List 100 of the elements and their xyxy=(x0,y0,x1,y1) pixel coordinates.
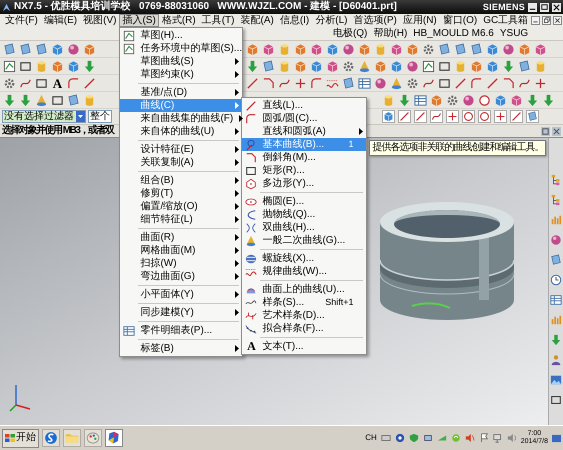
menu-bar-item[interactable]: 应用(N) xyxy=(400,14,440,27)
menu-item[interactable]: 圆弧/圆(C)... xyxy=(242,112,366,125)
box-icon[interactable] xyxy=(262,42,275,56)
clock-icon[interactable] xyxy=(550,274,562,286)
menu-item[interactable]: 双曲线(H)... xyxy=(242,221,366,234)
arrow-icon[interactable] xyxy=(83,60,96,72)
line-icon[interactable] xyxy=(246,76,259,90)
maximize-icon[interactable] xyxy=(540,2,549,12)
curve-icon[interactable] xyxy=(430,110,443,123)
circle-icon[interactable] xyxy=(478,94,491,106)
sheet-icon[interactable] xyxy=(67,94,80,106)
display-icon[interactable] xyxy=(492,433,503,443)
image-icon[interactable] xyxy=(550,374,562,386)
menu-item[interactable]: 倒斜角(M)... xyxy=(242,151,366,164)
menu-item[interactable]: 关联复制(A) xyxy=(120,156,242,169)
menu-item[interactable]: 偏置/缩放(O) xyxy=(120,200,242,213)
person-icon[interactable] xyxy=(550,354,562,366)
menu-bar-item[interactable]: YSUG xyxy=(496,27,532,40)
table-icon[interactable] xyxy=(358,76,371,90)
tree-icon[interactable] xyxy=(550,174,562,186)
plus-icon[interactable] xyxy=(494,110,507,123)
flag-icon[interactable] xyxy=(478,433,489,443)
menu-bar-item[interactable]: 窗口(O) xyxy=(440,14,480,27)
menu-item[interactable]: 草图曲线(S) xyxy=(120,55,242,68)
arc-icon[interactable] xyxy=(470,76,483,90)
sketch-icon[interactable] xyxy=(3,60,16,72)
menu-bar-item[interactable]: 视图(V) xyxy=(80,14,120,27)
circle-icon[interactable] xyxy=(462,110,475,123)
arrow-icon[interactable] xyxy=(550,334,562,346)
sketch-icon[interactable] xyxy=(422,60,435,72)
text-tool-button[interactable]: A xyxy=(51,76,64,90)
menu-item[interactable]: 网格曲面(M) xyxy=(120,244,242,257)
menu-bar-item[interactable]: 首选项(P) xyxy=(350,14,400,27)
line-icon[interactable] xyxy=(83,76,96,90)
language-indicator[interactable]: CH xyxy=(365,433,377,443)
box-icon[interactable] xyxy=(494,94,507,106)
menu-item[interactable]: 设计特征(E) xyxy=(120,143,242,156)
table-icon[interactable] xyxy=(414,94,427,106)
menu-item[interactable]: 直线和圆弧(A) xyxy=(242,125,366,138)
arrow-icon[interactable] xyxy=(19,94,32,106)
arrow-icon[interactable] xyxy=(246,60,259,72)
box-icon[interactable] xyxy=(486,60,499,72)
box-icon[interactable] xyxy=(294,42,307,56)
menu-item[interactable]: 艺术样条(D)... xyxy=(242,309,366,322)
plus-icon[interactable] xyxy=(446,110,459,123)
corner-icon[interactable] xyxy=(502,76,515,90)
cone-icon[interactable] xyxy=(390,76,403,90)
line-icon[interactable] xyxy=(510,110,523,123)
rectangle-icon[interactable] xyxy=(550,394,562,406)
menu-item[interactable]: 扫掠(W) xyxy=(120,257,242,270)
restore-icon[interactable] xyxy=(541,126,550,136)
arc-icon[interactable] xyxy=(67,76,80,90)
menu-item[interactable]: 拟合样条(F)... xyxy=(242,322,366,335)
arrow-icon[interactable] xyxy=(502,60,515,72)
menu-item[interactable]: 草图(H)... xyxy=(120,29,242,42)
menu-item[interactable]: 来自体的曲线(U) xyxy=(120,125,242,138)
menu-item[interactable]: 零件明细表(P)... xyxy=(120,324,242,337)
box-icon[interactable] xyxy=(310,42,323,56)
sheet-icon[interactable] xyxy=(526,110,539,123)
menu-bar-item[interactable]: 工具(T) xyxy=(198,14,238,27)
gear-icon[interactable] xyxy=(3,76,16,90)
rectangle-icon[interactable] xyxy=(438,60,451,72)
arrow-icon[interactable] xyxy=(3,94,16,106)
menu-item[interactable]: 抛物线(Q)... xyxy=(242,208,366,221)
box-icon[interactable] xyxy=(83,42,96,56)
curve-icon[interactable] xyxy=(278,76,291,90)
line-icon[interactable] xyxy=(398,110,411,123)
box-icon[interactable] xyxy=(534,42,547,56)
menu-bar-item[interactable]: 文件(F) xyxy=(2,14,41,27)
box-icon[interactable] xyxy=(510,94,523,106)
arc-icon[interactable] xyxy=(310,76,323,90)
box-icon[interactable] xyxy=(294,60,307,72)
menu-item[interactable]: 细节特征(L) xyxy=(120,213,242,226)
menu-item[interactable]: 弯边曲面(G) xyxy=(120,270,242,283)
menu-bar-item[interactable]: HB_MOULD M6.6 xyxy=(410,27,497,40)
restore-icon[interactable] xyxy=(542,16,552,25)
sphere-icon[interactable] xyxy=(374,76,387,90)
menu-item[interactable]: 样条(S)... Shift+1 xyxy=(242,296,366,309)
close-icon[interactable] xyxy=(552,126,561,136)
rectangle-icon[interactable] xyxy=(438,76,451,90)
gear-icon[interactable] xyxy=(342,60,355,72)
gear-icon[interactable] xyxy=(422,42,435,56)
minimize-icon[interactable] xyxy=(531,16,540,25)
box-icon[interactable] xyxy=(246,42,259,56)
gear-icon[interactable] xyxy=(406,76,419,90)
menu-item[interactable]: 椭圆(E)... xyxy=(242,195,366,208)
box-icon[interactable] xyxy=(51,60,64,72)
menu-item[interactable]: 螺旋线(X)... xyxy=(242,252,366,265)
rectangle-icon[interactable] xyxy=(19,60,32,72)
table-icon[interactable] xyxy=(550,294,562,306)
menu-item[interactable]: 同步建模(Y) xyxy=(120,306,242,319)
arrow-icon[interactable] xyxy=(542,94,555,106)
menu-item[interactable]: 多边形(Y)... xyxy=(242,177,366,190)
tree-icon[interactable] xyxy=(550,194,562,206)
sphere-icon[interactable] xyxy=(342,42,355,56)
close-icon[interactable] xyxy=(553,16,562,25)
menu-bar-item[interactable]: GC工具箱 xyxy=(480,14,532,27)
sphere-icon[interactable] xyxy=(406,60,419,72)
box-icon[interactable] xyxy=(518,42,531,56)
menu-item[interactable]: 组合(B) xyxy=(120,174,242,187)
